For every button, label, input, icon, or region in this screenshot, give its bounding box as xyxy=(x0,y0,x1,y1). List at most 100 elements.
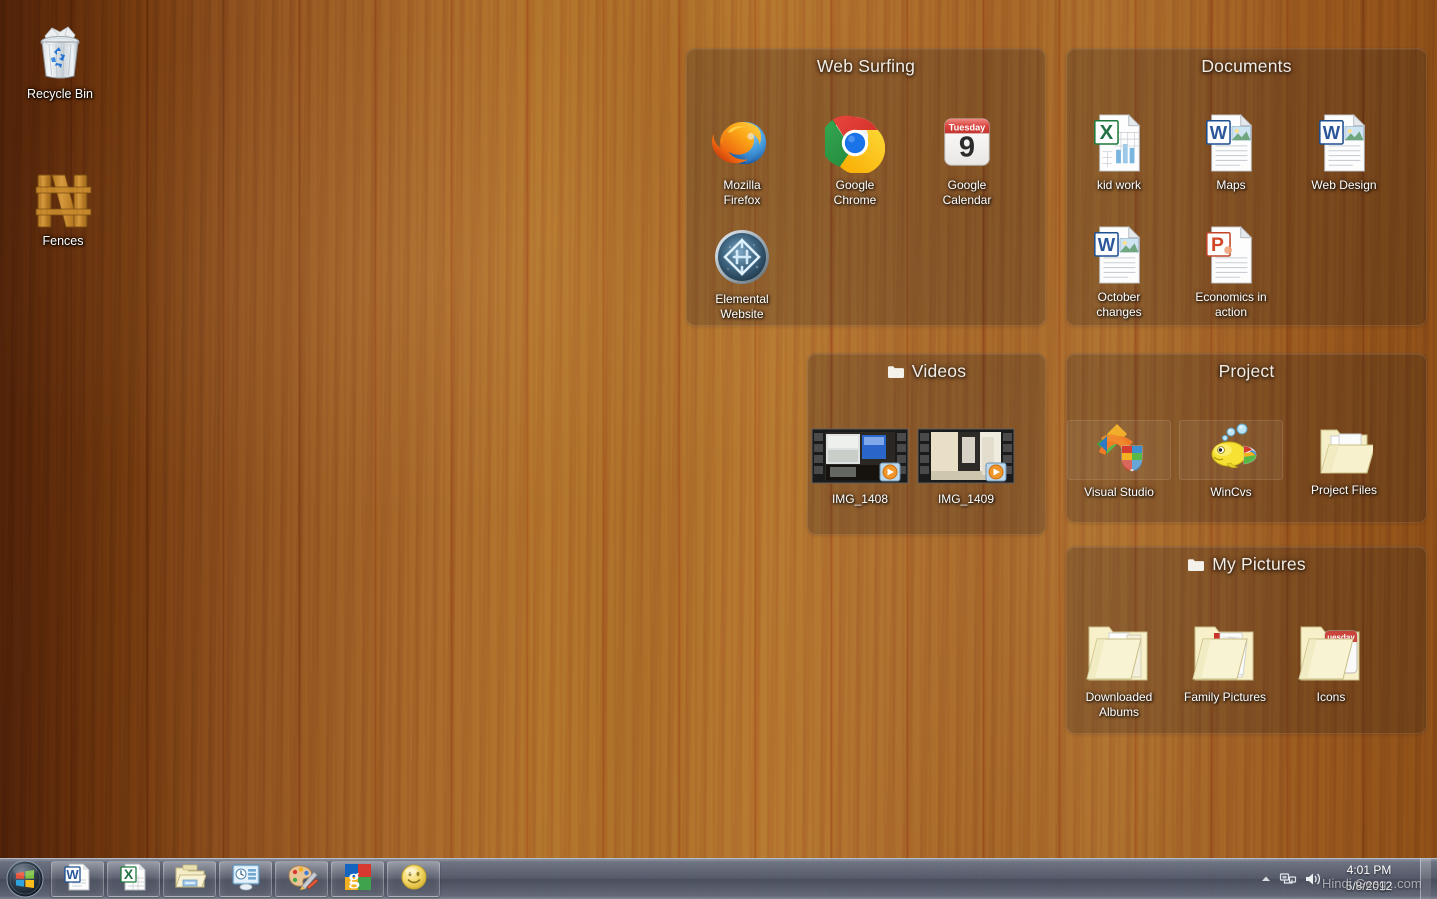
taskbar-button-messenger[interactable] xyxy=(387,861,440,897)
fence-item-label: Mozilla Firefox xyxy=(723,178,761,207)
google-calendar-icon: Tuesday 9 xyxy=(915,115,1019,173)
word-document-icon: W xyxy=(1179,113,1283,173)
visual-studio-icon xyxy=(1067,420,1171,480)
video-thumbnail-icon xyxy=(914,425,1018,487)
svg-text:W: W xyxy=(66,867,79,882)
fence-item-mozilla-firefox[interactable]: Mozilla Firefox xyxy=(690,115,794,207)
fence-title-label: Documents xyxy=(1201,56,1292,76)
fence-item-label: Elemental Website xyxy=(715,292,769,321)
fence-title[interactable]: Videos xyxy=(808,354,1045,382)
fences-icon xyxy=(11,167,115,229)
fence-item-label: Visual Studio xyxy=(1084,485,1154,499)
fence-web-surfing[interactable]: Web Surfing Mozilla Firefox Google Chrom… xyxy=(686,48,1046,326)
svg-text:P: P xyxy=(1211,234,1224,256)
wincvs-icon xyxy=(1179,420,1283,480)
folder-calendar-icon: uesday 9 xyxy=(1279,613,1383,685)
google-icon: g xyxy=(344,863,372,896)
word-document-icon: W xyxy=(1067,225,1171,285)
svg-text:X: X xyxy=(123,866,133,882)
taskbar-button-google[interactable]: g xyxy=(331,861,384,897)
fence-item-google-chrome[interactable]: Google Chrome xyxy=(803,115,907,207)
fence-title[interactable]: Project xyxy=(1067,354,1426,382)
chrome-icon xyxy=(803,115,907,173)
fence-item-label: October changes xyxy=(1096,290,1142,319)
fence-item-elemental-website[interactable]: Elemental Website xyxy=(690,229,794,321)
desktop-icon-recycle-bin[interactable]: Recycle Bin xyxy=(8,20,112,103)
fence-item-family-pictures[interactable]: Family Pictures xyxy=(1173,613,1277,705)
excel-icon: X xyxy=(119,862,149,897)
powerpoint-document-icon: P xyxy=(1179,225,1283,285)
fence-item-visual-studio[interactable]: Visual Studio xyxy=(1067,420,1171,500)
fence-title-label: Project xyxy=(1218,361,1275,381)
fence-title-label: Web Surfing xyxy=(816,56,916,76)
fence-documents[interactable]: Documents X kid work W Maps W Web Design… xyxy=(1066,48,1427,326)
smiley-icon xyxy=(400,863,428,896)
fence-videos[interactable]: Videos IMG_1408 IMG_1409 xyxy=(807,353,1046,535)
fence-my-pictures[interactable]: My Pictures Downloaded Albums Family Pic… xyxy=(1066,546,1427,734)
word-icon: W xyxy=(63,862,93,897)
fence-title[interactable]: Documents xyxy=(1067,49,1426,77)
network-icon[interactable] xyxy=(1279,871,1297,887)
fence-title-label: My Pictures xyxy=(1212,554,1306,574)
start-button[interactable] xyxy=(3,859,47,899)
fence-item-maps[interactable]: W Maps xyxy=(1179,113,1283,193)
fence-item-downloaded-albums[interactable]: Downloaded Albums xyxy=(1067,613,1171,719)
speaker-icon[interactable] xyxy=(1304,871,1322,887)
show-desktop-button[interactable] xyxy=(1420,858,1431,899)
folder-albums-icon xyxy=(1067,613,1171,685)
fence-item-label: Family Pictures xyxy=(1183,690,1266,704)
fence-project[interactable]: Project Visual Studio WinCvs Project Fil… xyxy=(1066,353,1427,523)
fence-title-label: Videos xyxy=(911,361,967,381)
explorer-folder-icon xyxy=(174,863,207,896)
taskbar-button-word[interactable]: W xyxy=(51,861,104,897)
fence-item-label: IMG_1409 xyxy=(937,492,995,506)
fence-item-label: Maps xyxy=(1216,178,1246,192)
fence-item-october-changes[interactable]: W October changes xyxy=(1067,225,1171,319)
svg-text:W: W xyxy=(1210,122,1228,143)
fence-item-label: Google Calendar xyxy=(942,178,992,207)
firefox-icon xyxy=(690,115,794,173)
chevron-up-icon[interactable] xyxy=(1260,873,1272,885)
taskbar[interactable]: W X g 4:01 PM 5/8/2012 xyxy=(0,858,1437,899)
folder-pictures-icon xyxy=(1173,613,1277,685)
desktop-icon-label: Fences xyxy=(42,234,84,248)
taskbar-button-explorer[interactable] xyxy=(163,861,216,897)
fence-item-label: Google Chrome xyxy=(833,178,877,207)
fence-item-label: Project Files xyxy=(1310,483,1378,497)
fence-item-label: Icons xyxy=(1316,690,1346,704)
fence-item-img-1409[interactable]: IMG_1409 xyxy=(914,425,1018,507)
taskbar-button-control-panel[interactable] xyxy=(219,861,272,897)
fence-item-economics-in-action[interactable]: P Economics in action xyxy=(1179,225,1283,319)
fence-item-label: kid work xyxy=(1096,178,1141,192)
elemental-website-icon xyxy=(690,229,794,287)
fence-item-google-calendar[interactable]: Tuesday 9 Google Calendar xyxy=(915,115,1019,207)
fence-item-wincvs[interactable]: WinCvs xyxy=(1179,420,1283,500)
desktop-icon-label: Recycle Bin xyxy=(27,87,93,101)
system-tray[interactable]: 4:01 PM 5/8/2012 xyxy=(1260,858,1437,899)
open-folder-icon xyxy=(1292,420,1396,478)
word-document-icon: W xyxy=(1292,113,1396,173)
excel-document-icon: X xyxy=(1067,113,1171,173)
svg-text:W: W xyxy=(1098,234,1116,255)
fence-item-label: WinCvs xyxy=(1210,485,1252,499)
fence-item-img-1408[interactable]: IMG_1408 xyxy=(808,425,912,507)
fence-item-kid-work[interactable]: X kid work xyxy=(1067,113,1171,193)
fence-title[interactable]: My Pictures xyxy=(1067,547,1426,575)
clock[interactable]: 4:01 PM 5/8/2012 xyxy=(1329,863,1409,894)
taskbar-button-excel[interactable]: X xyxy=(107,861,160,897)
video-thumbnail-icon xyxy=(808,425,912,487)
desktop-icon-fences[interactable]: Fences xyxy=(11,167,115,250)
recycle-bin-icon xyxy=(8,20,112,82)
fence-item-project-files[interactable]: Project Files xyxy=(1292,420,1396,498)
fence-item-web-design[interactable]: W Web Design xyxy=(1292,113,1396,193)
paint-palette-icon xyxy=(286,863,319,896)
taskbar-button-paint[interactable] xyxy=(275,861,328,897)
fence-item-icons[interactable]: uesday 9 Icons xyxy=(1279,613,1383,705)
svg-text:g: g xyxy=(348,864,359,889)
fence-title[interactable]: Web Surfing xyxy=(687,49,1045,77)
fence-item-label: Web Design xyxy=(1311,178,1377,192)
fence-item-label: Downloaded Albums xyxy=(1085,690,1153,719)
svg-text:X: X xyxy=(1100,122,1114,144)
control-panel-icon xyxy=(231,863,261,896)
clock-date: 5/8/2012 xyxy=(1345,879,1393,893)
